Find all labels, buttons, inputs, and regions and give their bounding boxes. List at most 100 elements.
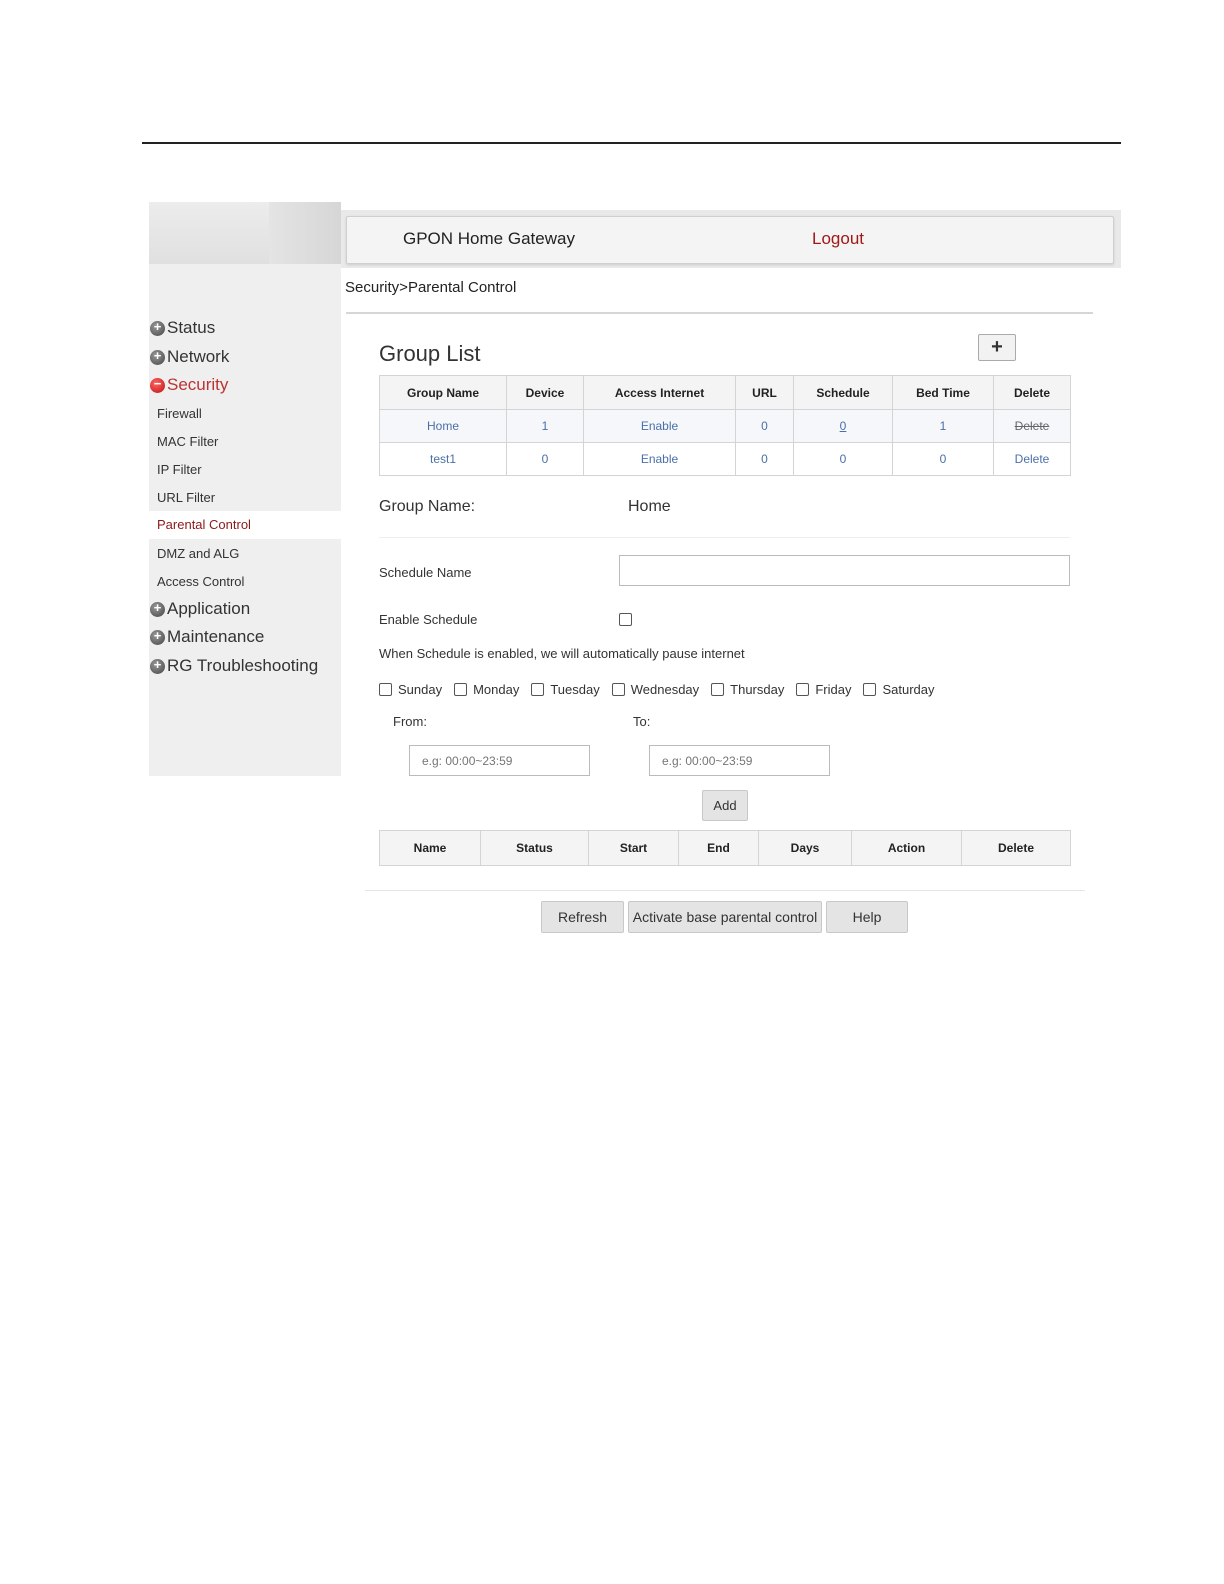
delete-link[interactable]: Delete — [993, 442, 1071, 476]
sidebar-item-mac-filter[interactable]: MAC Filter — [157, 432, 218, 452]
column-header: Group Name — [379, 375, 507, 410]
device-cell[interactable]: 1 — [506, 409, 584, 443]
breadcrumb: Security>Parental Control — [345, 279, 517, 296]
sidebar-item-url-filter[interactable]: URL Filter — [157, 488, 215, 508]
expand-icon — [150, 316, 165, 338]
column-header: Delete — [993, 375, 1071, 410]
checkbox-icon — [531, 683, 545, 696]
schedule-table: Name Status Start End Days Action Delete — [379, 830, 1071, 866]
table-row[interactable]: test1 0 Enable 0 0 0 Delete — [379, 442, 1071, 476]
day-label: Monday — [473, 682, 520, 697]
day-sunday-option[interactable]: Sunday — [379, 682, 442, 697]
schedule-cell[interactable]: 0 — [793, 442, 893, 476]
sidebar-item-application[interactable]: Application — [149, 597, 251, 620]
sidebar-item-maintenance[interactable]: Maintenance — [149, 625, 265, 648]
help-button[interactable]: Help — [826, 901, 908, 933]
breadcrumb-divider — [346, 312, 1093, 314]
column-header: Days — [758, 830, 852, 866]
checkbox-icon — [863, 683, 877, 696]
sidebar: Status Network Security Firewall MAC Fil… — [149, 202, 341, 776]
group-name-label: Group Name: — [379, 498, 476, 515]
expand-icon — [150, 597, 165, 619]
to-time-input[interactable] — [649, 745, 830, 776]
divider — [379, 537, 1070, 538]
activate-base-parental-control-button[interactable]: Activate base parental control — [628, 901, 822, 933]
group-name-cell[interactable]: test1 — [379, 442, 507, 476]
app-title: GPON Home Gateway — [403, 229, 575, 248]
enable-schedule-checkbox[interactable] — [619, 613, 632, 626]
enable-schedule-label: Enable Schedule — [379, 612, 478, 627]
sidebar-item-access-control[interactable]: Access Control — [157, 572, 244, 592]
header-bar: GPON Home Gateway Logout — [346, 216, 1114, 264]
add-group-button[interactable]: + — [978, 334, 1016, 361]
day-saturday-option[interactable]: Saturday — [863, 682, 935, 697]
column-header: Bed Time — [892, 375, 994, 410]
schedule-note: When Schedule is enabled, we will automa… — [379, 646, 745, 661]
sidebar-item-label: Security — [167, 375, 229, 394]
sidebar-item-label: Network — [167, 347, 230, 366]
column-header: URL — [735, 375, 794, 410]
column-header: Access Internet — [583, 375, 736, 410]
day-wednesday-option[interactable]: Wednesday — [611, 682, 700, 697]
sidebar-item-label: Status — [167, 318, 216, 337]
sidebar-item-firewall[interactable]: Firewall — [157, 404, 202, 424]
url-cell[interactable]: 0 — [735, 442, 794, 476]
day-friday-option[interactable]: Friday — [796, 682, 851, 697]
expand-icon — [150, 654, 165, 676]
column-header: Action — [851, 830, 962, 866]
table-row[interactable]: Home 1 Enable 0 0 1 Delete — [379, 409, 1071, 443]
sidebar-item-network[interactable]: Network — [149, 345, 230, 368]
from-label: From: — [393, 714, 427, 729]
day-selector: Sunday Monday Tuesday Wednesday Thursday… — [379, 682, 947, 697]
from-time-input[interactable] — [409, 745, 590, 776]
table-header-row: Group Name Device Access Internet URL Sc… — [379, 375, 1071, 410]
group-name-cell[interactable]: Home — [379, 409, 507, 443]
day-label: Friday — [815, 682, 852, 697]
sidebar-item-label: RG Troubleshooting — [167, 656, 319, 675]
sidebar-item-parental-control[interactable]: Parental Control — [149, 511, 341, 539]
to-label: To: — [633, 714, 651, 729]
day-label: Saturday — [882, 682, 935, 697]
schedule-name-input[interactable] — [619, 555, 1070, 586]
checkbox-icon — [454, 683, 468, 696]
delete-link-disabled: Delete — [993, 409, 1071, 443]
device-cell[interactable]: 0 — [506, 442, 584, 476]
schedule-cell[interactable]: 0 — [793, 409, 893, 443]
access-internet-cell[interactable]: Enable — [583, 409, 736, 443]
column-header: Status — [480, 830, 589, 866]
checkbox-icon — [611, 683, 625, 696]
sidebar-item-rg-troubleshooting[interactable]: RG Troubleshooting — [149, 654, 319, 677]
refresh-button[interactable]: Refresh — [541, 901, 624, 933]
group-name-value: Home — [628, 498, 671, 515]
group-list-table: Group Name Device Access Internet URL Sc… — [379, 375, 1071, 476]
checkbox-icon — [796, 683, 810, 696]
collapse-icon — [150, 373, 165, 395]
day-label: Wednesday — [630, 682, 700, 697]
sidebar-item-ip-filter[interactable]: IP Filter — [157, 460, 202, 480]
page-top-rule — [142, 142, 1121, 144]
url-cell[interactable]: 0 — [735, 409, 794, 443]
footer-divider — [365, 890, 1085, 891]
group-list-title: Group List — [379, 341, 481, 366]
column-header: End — [678, 830, 759, 866]
column-header: Schedule — [793, 375, 893, 410]
sidebar-item-status[interactable]: Status — [149, 316, 216, 339]
column-header: Delete — [961, 830, 1071, 866]
day-monday-option[interactable]: Monday — [454, 682, 519, 697]
sidebar-logo-area — [149, 202, 341, 264]
column-header: Device — [506, 375, 584, 410]
day-label: Thursday — [730, 682, 785, 697]
sidebar-item-label: Maintenance — [167, 627, 265, 646]
sidebar-item-dmz-and-alg[interactable]: DMZ and ALG — [157, 544, 239, 564]
column-header: Name — [379, 830, 481, 866]
schedule-name-label: Schedule Name — [379, 565, 472, 580]
add-schedule-button[interactable]: Add — [702, 790, 748, 821]
access-internet-cell[interactable]: Enable — [583, 442, 736, 476]
bed-time-cell[interactable]: 1 — [892, 409, 994, 443]
day-thursday-option[interactable]: Thursday — [711, 682, 784, 697]
day-tuesday-option[interactable]: Tuesday — [531, 682, 600, 697]
sidebar-item-security[interactable]: Security — [149, 373, 229, 396]
logout-link[interactable]: Logout — [812, 229, 864, 249]
sidebar-item-label: Application — [167, 599, 251, 618]
bed-time-cell[interactable]: 0 — [892, 442, 994, 476]
